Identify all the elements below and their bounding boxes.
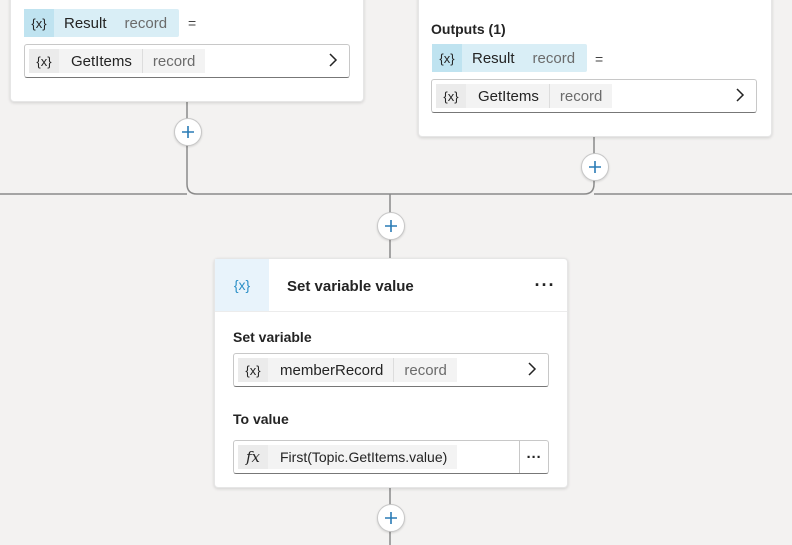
result-type: record [124,14,168,32]
node-title: Set variable value [287,278,414,295]
formula-field[interactable]: fx First(Topic.GetItems.value) ··· [233,440,549,474]
node-header: {x} Set variable value ··· [215,259,567,312]
outputs-label: Outputs (1) [431,21,506,37]
add-node-button[interactable] [377,504,405,532]
set-variable-label: Set variable [233,329,312,345]
plus-icon [385,220,397,232]
add-node-button[interactable] [377,212,405,240]
variable-select-field[interactable]: {x} memberRecord record [233,353,549,387]
variable-icon: {x} [432,44,462,72]
plus-icon [182,126,194,138]
chevron-right-icon[interactable] [730,85,750,105]
getitems-type: record [548,84,613,108]
chevron-right-icon[interactable] [323,50,343,70]
equals-sign: = [595,51,604,67]
variable-icon: {x} [29,49,59,73]
formula-more-button[interactable]: ··· [519,441,548,473]
fx-icon: fx [238,445,268,469]
result-variable-tag[interactable]: {x} Result record [24,9,180,37]
getitems-value-field[interactable]: {x} GetItems record [24,44,350,78]
variable-type: record [393,358,457,382]
result-variable-tag[interactable]: {x} Result record [432,44,588,72]
result-name: Result [64,14,107,32]
variable-icon: {x} [215,259,269,311]
equals-sign: = [188,15,197,31]
result-type: record [532,49,576,67]
variable-icon: {x} [436,84,466,108]
add-node-button[interactable] [174,118,202,146]
to-value-label: To value [233,411,289,427]
plus-icon [589,161,601,173]
variable-icon: {x} [24,9,54,37]
add-node-button[interactable] [581,153,609,181]
plus-icon [385,512,397,524]
set-variable-node[interactable]: {x} Set variable value ··· Set variable … [214,258,568,488]
getitems-name: GetItems [59,49,142,73]
formula-text: First(Topic.GetItems.value) [268,445,458,469]
getitems-name: GetItems [466,84,549,108]
getitems-value-field[interactable]: {x} GetItems record [431,79,757,113]
chevron-right-icon[interactable] [522,359,542,379]
variable-name: memberRecord [268,358,394,382]
node-more-options-button[interactable]: ··· [533,273,557,297]
result-name: Result [472,49,515,67]
getitems-type: record [141,49,206,73]
variable-icon: {x} [238,358,268,382]
